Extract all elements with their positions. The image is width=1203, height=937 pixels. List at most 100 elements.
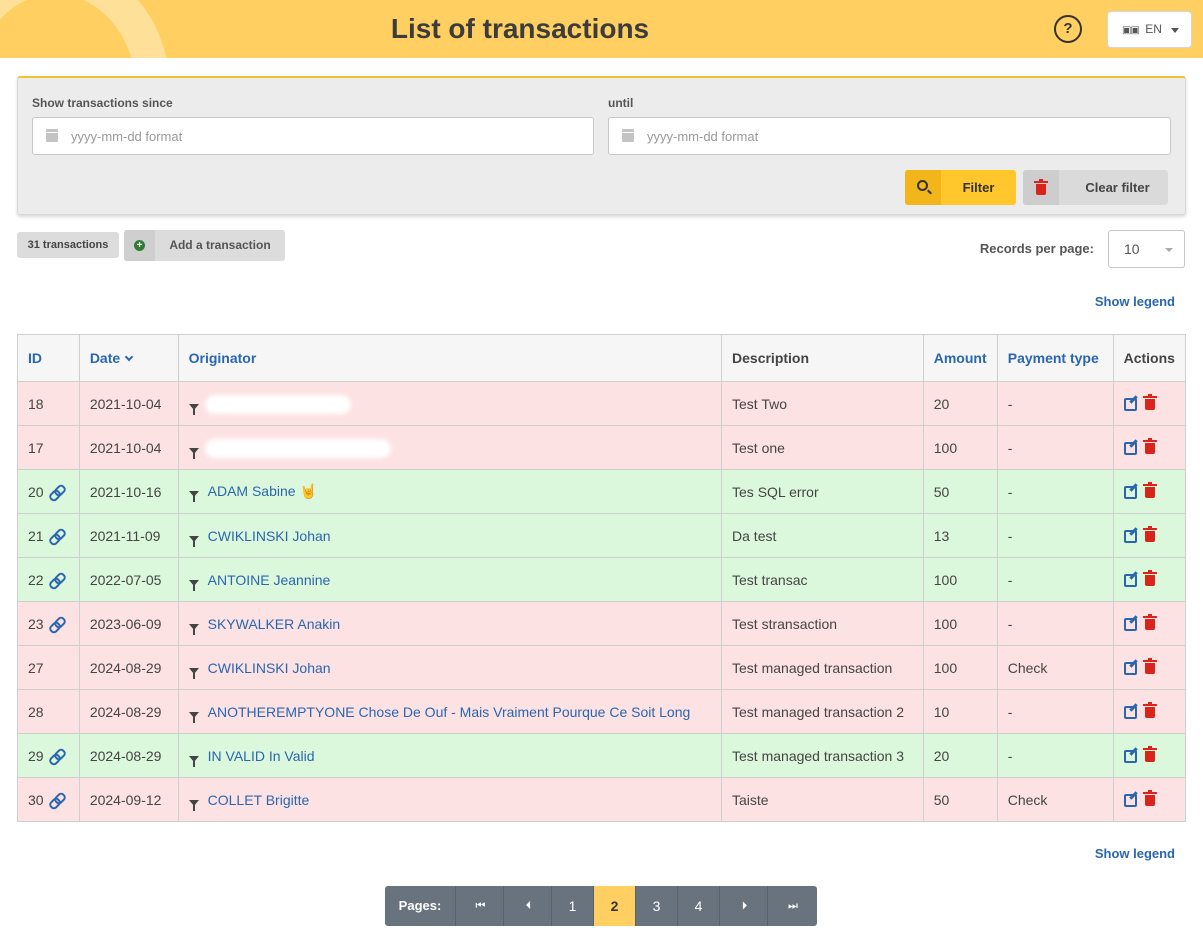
cell-originator: ANOTHEREMPTYONE Chose De Ouf - Mais Vrai… — [177, 689, 723, 734]
page-2-button[interactable]: 2 — [594, 886, 636, 926]
edit-icon[interactable] — [1123, 793, 1137, 807]
link-icon[interactable] — [49, 486, 63, 498]
last-page-button[interactable]: ⏭ — [768, 886, 816, 926]
page-3-button[interactable]: 3 — [636, 886, 678, 926]
filter-by-originator-icon[interactable] — [188, 535, 199, 547]
originator-link[interactable]: IN VALID In Valid — [208, 748, 315, 764]
column-header-payment-type[interactable]: Payment type — [996, 334, 1114, 382]
filter-by-originator-icon[interactable] — [188, 755, 199, 767]
table-row: 22 2022-07-05 ANTOINE Jeannine Test transac… — [17, 557, 1187, 602]
language-selector[interactable]: ▣▣ EN — [1107, 11, 1192, 48]
delete-icon[interactable] — [1142, 789, 1157, 806]
transaction-id: 20 — [28, 483, 44, 500]
delete-icon[interactable] — [1142, 481, 1157, 498]
delete-icon[interactable] — [1142, 701, 1157, 718]
first-page-button[interactable]: ⏮ — [456, 886, 504, 926]
table-header-row: ID Date Originator Description Amount Pa… — [17, 334, 1187, 382]
cell-amount: 13 — [922, 513, 998, 558]
edit-icon[interactable] — [1123, 397, 1137, 411]
cell-id: 18 — [17, 381, 80, 426]
edit-icon[interactable] — [1123, 661, 1137, 675]
originator-link[interactable]: SKYWALKER Anakin — [208, 616, 341, 632]
page-4-button[interactable]: 4 — [678, 886, 720, 926]
clear-filter-button[interactable]: Clear filter — [1023, 170, 1168, 205]
originator-link[interactable]: CWIKLINSKI Johan — [208, 660, 331, 676]
filter-by-originator-icon[interactable] — [188, 623, 199, 635]
column-header-id[interactable]: ID — [17, 334, 80, 382]
table-row: 30 2024-09-12 COLLET Brigitte Taiste 50 Check — [17, 777, 1187, 822]
help-button[interactable]: ? — [1054, 15, 1082, 43]
delete-icon[interactable] — [1142, 393, 1157, 410]
transaction-id: 27 — [28, 659, 44, 676]
transaction-id: 21 — [28, 527, 44, 544]
cell-date: 2022-07-05 — [78, 557, 179, 602]
add-transaction-button[interactable]: + Add a transaction — [124, 230, 285, 261]
originator-link[interactable]: CWIKLINSKI Johan — [208, 528, 331, 544]
until-date-field[interactable] — [608, 117, 1171, 155]
cell-originator — [177, 425, 723, 470]
cell-date: 2021-10-04 — [78, 381, 179, 426]
originator-link[interactable]: ANTOINE Jeannine — [208, 572, 331, 588]
filter-by-originator-icon[interactable] — [188, 403, 199, 415]
originator-link[interactable]: COLLET Brigitte — [208, 792, 310, 808]
column-header-actions: Actions — [1112, 334, 1187, 382]
delete-icon[interactable] — [1142, 569, 1157, 586]
edit-icon[interactable] — [1123, 573, 1137, 587]
link-icon[interactable] — [49, 794, 63, 806]
until-date-input[interactable] — [645, 118, 1162, 154]
next-page-button[interactable]: ⏵ — [720, 886, 768, 926]
originator-link[interactable]: ADAM Sabine 🤘 — [208, 483, 317, 499]
edit-icon[interactable] — [1123, 485, 1137, 499]
column-header-amount[interactable]: Amount — [922, 334, 998, 382]
delete-icon[interactable] — [1142, 613, 1157, 630]
filter-by-originator-icon[interactable] — [188, 799, 199, 811]
link-icon[interactable] — [49, 574, 63, 586]
cell-id: 29 — [17, 733, 80, 778]
link-icon[interactable] — [49, 618, 63, 630]
cell-amount: 20 — [922, 381, 998, 426]
delete-icon[interactable] — [1142, 525, 1157, 542]
language-icon: ▣▣ — [1122, 25, 1140, 36]
column-header-date[interactable]: Date — [78, 334, 179, 382]
cell-amount: 100 — [922, 425, 998, 470]
link-icon[interactable] — [49, 750, 63, 762]
transaction-count-badge: 31 transactions — [17, 232, 119, 258]
delete-icon[interactable] — [1142, 437, 1157, 454]
page-1-button[interactable]: 1 — [552, 886, 594, 926]
filter-by-originator-icon[interactable] — [188, 579, 199, 591]
cell-originator: IN VALID In Valid — [177, 733, 723, 778]
filter-by-originator-icon[interactable] — [188, 447, 199, 459]
since-date-input[interactable] — [69, 118, 585, 154]
edit-icon[interactable] — [1123, 529, 1137, 543]
show-legend-link-bottom[interactable]: Show legend — [1095, 846, 1175, 861]
column-header-date-label: Date — [89, 350, 121, 366]
delete-icon[interactable] — [1142, 657, 1157, 674]
cell-payment-type: - — [996, 601, 1114, 646]
cell-actions — [1112, 557, 1187, 602]
filter-by-originator-icon[interactable] — [188, 667, 199, 679]
edit-icon[interactable] — [1123, 441, 1137, 455]
cell-actions — [1112, 645, 1187, 690]
cell-actions — [1112, 601, 1187, 646]
filter-button[interactable]: Filter — [905, 170, 1016, 205]
filter-by-originator-icon[interactable] — [188, 711, 199, 723]
originator-link[interactable]: ANOTHEREMPTYONE Chose De Ouf - Mais Vrai… — [208, 704, 691, 720]
cell-actions — [1112, 689, 1187, 734]
cell-originator: COLLET Brigitte — [177, 777, 723, 822]
previous-page-button[interactable]: ⏴ — [504, 886, 552, 926]
column-header-originator[interactable]: Originator — [177, 334, 723, 382]
column-header-originator-label: Originator — [188, 350, 257, 366]
show-legend-link-top[interactable]: Show legend — [1095, 294, 1175, 309]
cell-id: 20 — [17, 469, 80, 514]
delete-icon[interactable] — [1142, 745, 1157, 762]
link-icon[interactable] — [49, 530, 63, 542]
table-body: 18 2021-10-04 Test Two 20-17 2021-10-04 Test … — [17, 381, 1187, 822]
edit-icon[interactable] — [1123, 705, 1137, 719]
filter-by-originator-icon[interactable] — [188, 491, 199, 502]
edit-icon[interactable] — [1123, 617, 1137, 631]
edit-icon[interactable] — [1123, 749, 1137, 763]
table-row: 20 2021-10-16 ADAM Sabine 🤘 Tes SQL error 50… — [17, 469, 1187, 514]
records-per-page-select[interactable]: 10 — [1108, 230, 1185, 268]
redacted-originator — [207, 397, 348, 411]
since-date-field[interactable] — [32, 117, 594, 155]
